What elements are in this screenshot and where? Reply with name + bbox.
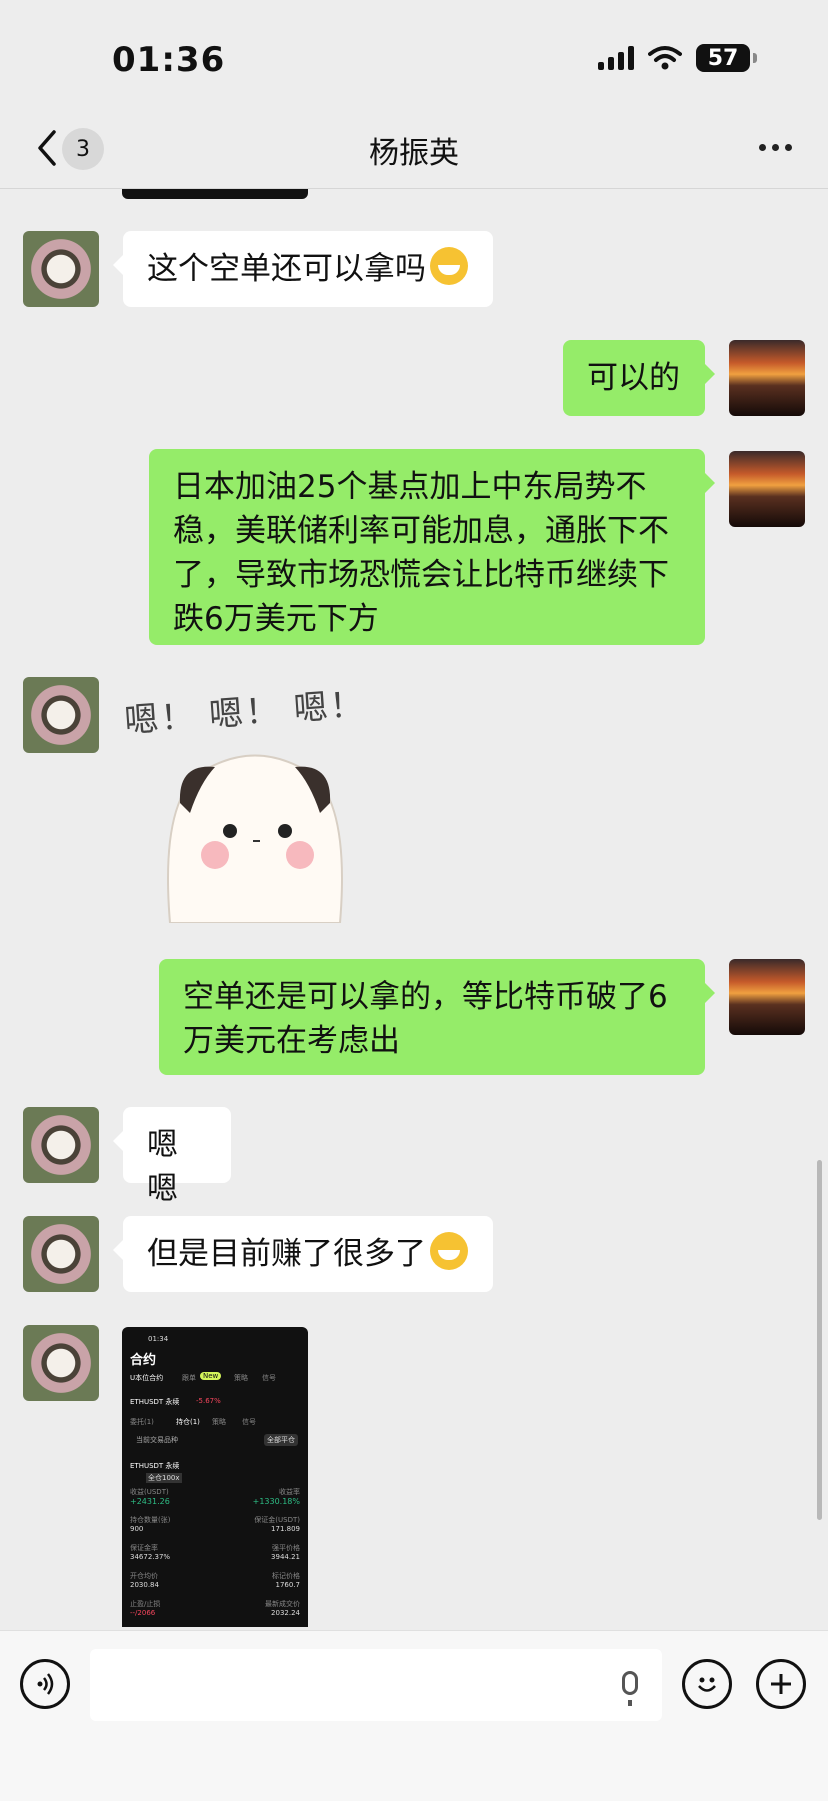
message-bubble[interactable]: 但是目前赚了很多了 bbox=[113, 1216, 493, 1292]
microphone-icon[interactable] bbox=[622, 1671, 638, 1706]
shot-row-value: --/2066 bbox=[130, 1609, 156, 1617]
shot-row-value: 3944.21 bbox=[271, 1553, 300, 1561]
my-avatar[interactable] bbox=[729, 340, 805, 416]
status-time: 01:36 bbox=[112, 40, 226, 80]
shot-tab: 信号 bbox=[262, 1374, 276, 1382]
input-bar bbox=[0, 1630, 828, 1801]
signal-icon bbox=[598, 46, 634, 70]
message-bubble[interactable]: 这个空单还可以拿吗 bbox=[113, 231, 493, 307]
shot-time: 01:34 bbox=[148, 1335, 169, 1343]
shot-tag: 全仓100x bbox=[146, 1473, 182, 1483]
message-text: 但是目前赚了很多了 bbox=[147, 1236, 426, 1272]
battery-icon: 57 bbox=[696, 44, 757, 72]
message-input[interactable] bbox=[90, 1649, 662, 1721]
shot-pnl-label: 收益(USDT) bbox=[130, 1488, 169, 1496]
sticker-text: 嗯！ 嗯！ 嗯！ bbox=[123, 684, 367, 742]
shot-tab: 跟单 bbox=[182, 1374, 196, 1382]
voice-input-icon[interactable] bbox=[20, 1659, 70, 1709]
add-more-icon[interactable] bbox=[756, 1659, 806, 1709]
message-text: 空单还是可以拿的，等比特币破了6万美元在考虑出 bbox=[183, 979, 668, 1059]
shot-row-label: 保证金率 bbox=[130, 1544, 158, 1552]
shot-row-value: 900 bbox=[130, 1525, 144, 1533]
scrollbar[interactable] bbox=[817, 1160, 822, 1520]
shot-row-value: 1760.7 bbox=[275, 1581, 301, 1589]
shot-pair: ETHUSDT 永续 bbox=[130, 1398, 180, 1406]
shot-tab: U本位合约 bbox=[130, 1374, 164, 1382]
shot-close-all: 全部平仓 bbox=[264, 1434, 298, 1446]
message-bubble[interactable]: 空单还是可以拿的，等比特币破了6万美元在考虑出 bbox=[159, 959, 715, 1075]
contact-avatar[interactable] bbox=[23, 231, 99, 307]
shot-row-value: 2030.84 bbox=[130, 1581, 159, 1589]
message-text: 可以的 bbox=[587, 360, 680, 396]
message-text: 这个空单还可以拿吗 bbox=[147, 251, 426, 287]
shot-pnl: +2431.26 bbox=[130, 1497, 170, 1506]
wifi-icon bbox=[648, 46, 682, 70]
status-icons: 57 bbox=[598, 44, 757, 72]
shot-tab: 策略 bbox=[234, 1374, 248, 1382]
shot-subtab: 策略 bbox=[212, 1418, 226, 1426]
message-text: 日本加油25个基点加上中东局势不稳，美联储利率可能加息，通胀下不了，导致市场恐慌… bbox=[173, 469, 669, 637]
shot-row-label: 开仓均价 bbox=[130, 1572, 158, 1580]
status-bar: 01:36 57 bbox=[0, 0, 828, 120]
chat-header: 3 杨振英 bbox=[0, 108, 828, 189]
shot-row-label: 止盈/止损 bbox=[130, 1600, 161, 1608]
shot-row-label: 持仓数量(张) bbox=[130, 1516, 171, 1524]
sound-wave-icon bbox=[37, 1673, 54, 1695]
emoji-icon[interactable] bbox=[682, 1659, 732, 1709]
message-bubble[interactable]: 可以的 bbox=[563, 340, 715, 416]
message-text: 嗯嗯 bbox=[147, 1127, 178, 1207]
shot-subtab: 委托(1) bbox=[130, 1418, 154, 1426]
trading-screenshot-image[interactable]: 01:34 合约 U本位合约 跟单 New 策略 信号 ETHUSDT 永续 -… bbox=[122, 1327, 308, 1627]
cat-sticker[interactable]: 嗯！ 嗯！ 嗯！ bbox=[123, 685, 370, 925]
shot-position: ETHUSDT 永续 bbox=[130, 1462, 180, 1470]
cat-face-icon bbox=[167, 754, 343, 923]
shot-row-label: 最新成交价 bbox=[265, 1600, 300, 1608]
chat-title: 杨振英 bbox=[369, 136, 459, 171]
shot-change: -5.67% bbox=[196, 1397, 221, 1405]
shot-row-label: 强平价格 bbox=[272, 1544, 300, 1552]
shot-subtab: 信号 bbox=[242, 1418, 256, 1426]
shot-new-badge: New bbox=[200, 1372, 222, 1380]
shot-row-label: 保证金(USDT) bbox=[254, 1516, 300, 1524]
shot-roe-label: 收益率 bbox=[279, 1488, 300, 1496]
message-bubble[interactable]: 日本加油25个基点加上中东局势不稳，美联储利率可能加息，通胀下不了，导致市场恐慌… bbox=[149, 449, 715, 645]
shot-row-value: 2032.24 bbox=[271, 1609, 300, 1617]
message-bubble[interactable]: 嗯嗯 bbox=[113, 1107, 231, 1207]
contact-avatar[interactable] bbox=[23, 1216, 99, 1292]
shot-row-label: 标记价格 bbox=[272, 1572, 300, 1580]
my-avatar[interactable] bbox=[729, 959, 805, 1035]
contact-avatar[interactable] bbox=[23, 677, 99, 753]
smiling-emoji-icon bbox=[430, 1232, 468, 1270]
plus-icon bbox=[771, 1674, 791, 1694]
contact-avatar[interactable] bbox=[23, 1107, 99, 1183]
shot-row-value: 34672.37% bbox=[130, 1553, 171, 1561]
my-avatar[interactable] bbox=[729, 451, 805, 527]
previous-image-edge[interactable] bbox=[122, 189, 308, 199]
grinning-emoji-icon bbox=[430, 247, 468, 285]
contact-avatar[interactable] bbox=[23, 1325, 99, 1401]
shot-row-value: 171.809 bbox=[271, 1525, 300, 1533]
shot-title: 合约 bbox=[130, 1353, 157, 1368]
shot-subtab: 持仓(1) bbox=[176, 1418, 200, 1426]
message-list[interactable]: 这个空单还可以拿吗 可以的 日本加油25个基点加上中东局势不稳，美联储利率可能加… bbox=[0, 189, 828, 1629]
shot-roe: +1330.18% bbox=[252, 1497, 300, 1506]
more-options-icon[interactable] bbox=[759, 144, 792, 151]
shot-filter: 当前交易品种 bbox=[136, 1436, 178, 1444]
smiley-face-icon bbox=[698, 1677, 716, 1692]
